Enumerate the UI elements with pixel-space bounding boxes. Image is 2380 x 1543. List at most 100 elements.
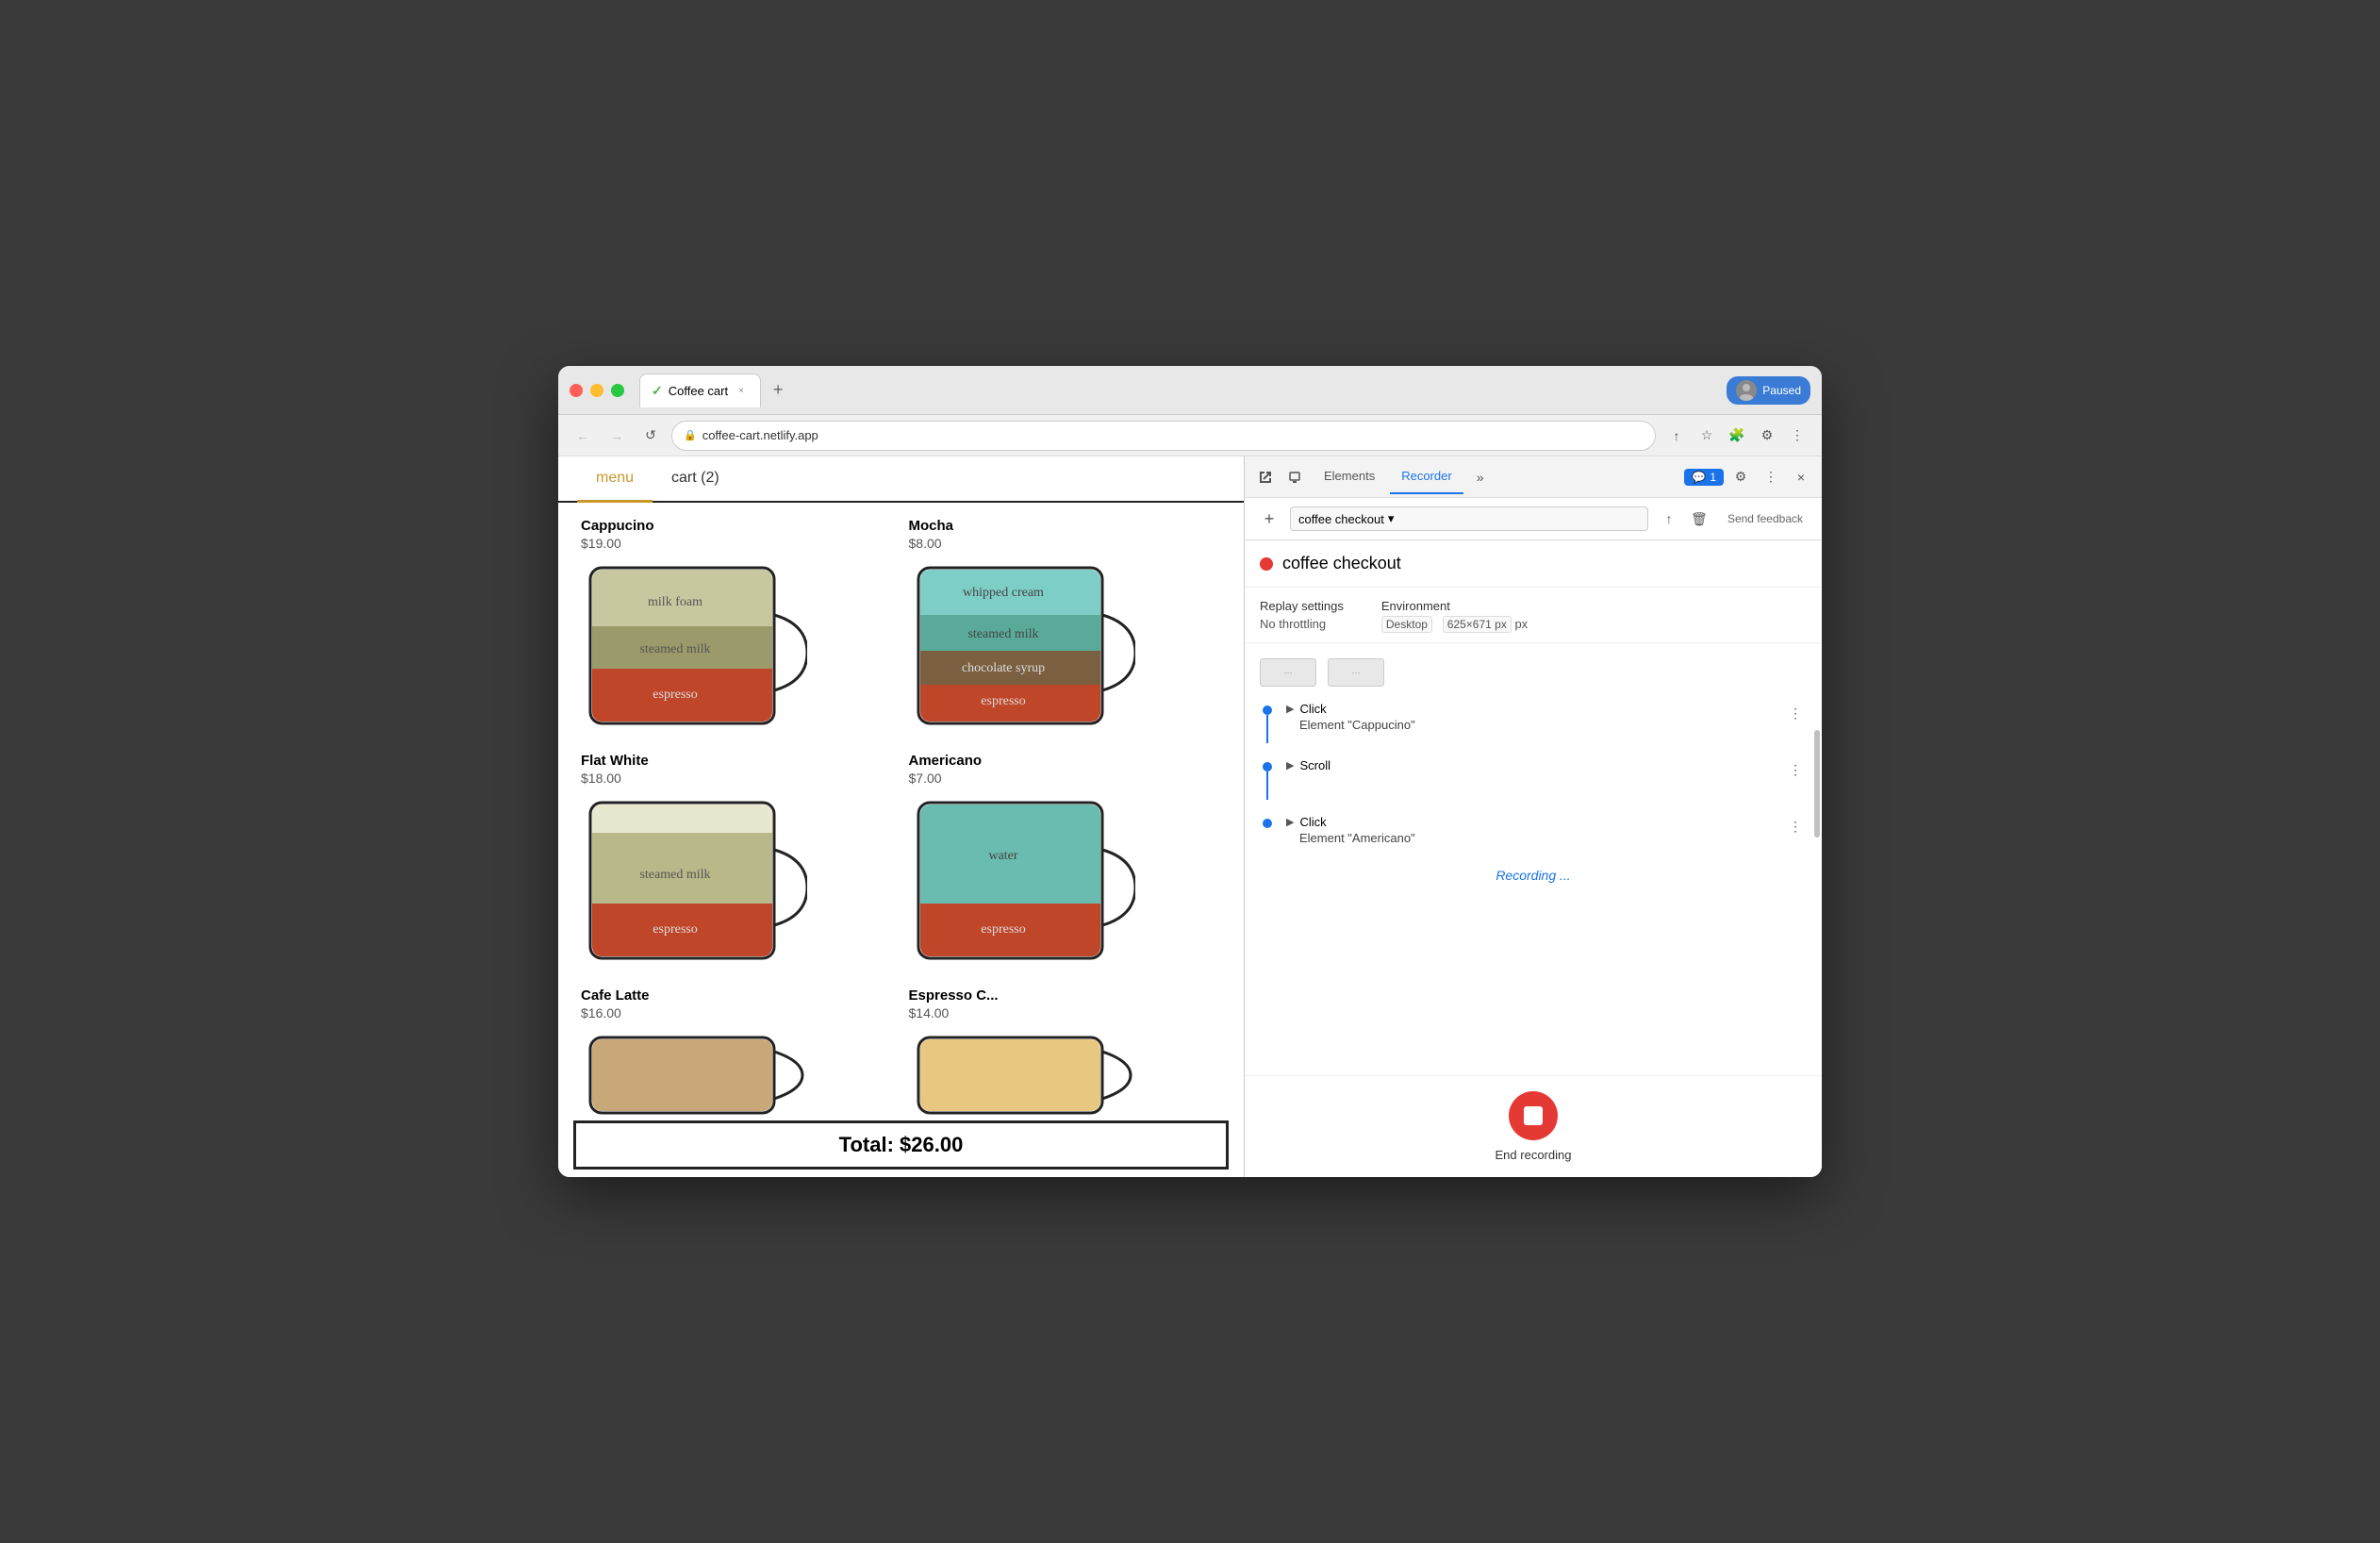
item-name: Mocha [909,518,1222,534]
expand-icon[interactable]: ▶ [1286,703,1294,715]
svg-text:espresso: espresso [981,922,1025,937]
environment-col: Environment Desktop 625×671 px px [1381,599,1528,631]
minimize-button[interactable] [590,384,603,397]
item-name: Cappucino [581,518,894,534]
step-line [1266,715,1268,743]
expand-icon[interactable]: ▶ [1286,759,1294,772]
step-more-button[interactable]: ⋮ [1784,815,1807,838]
more-tabs-icon[interactable]: » [1467,464,1494,490]
replay-settings: Replay settings No throttling Environmen… [1245,588,1822,643]
svg-text:whipped cream: whipped cream [963,586,1044,600]
step-content: ▶ Click Element "Americano" [1286,815,1773,845]
step-click-cappucino[interactable]: ▶ Click Element "Cappucino" ⋮ [1245,694,1822,751]
inspect-icon[interactable] [1252,464,1279,490]
item-price: $16.00 [581,1005,894,1020]
maximize-button[interactable] [611,384,624,397]
cafelatte-cup [581,1028,807,1120]
svg-text:espresso: espresso [653,688,697,702]
coffee-menu: Cappucino $19.00 [558,503,1244,1120]
coffee-item-cappucino[interactable]: Cappucino $19.00 [581,518,894,738]
step-type: Scroll [1299,758,1330,772]
more-menu-icon[interactable]: ⋮ [1784,423,1810,449]
step-dot [1263,762,1272,772]
step-more-button[interactable]: ⋮ [1784,702,1807,724]
step-header: ▶ Click [1286,815,1773,829]
recording-dropdown[interactable]: coffee checkout ▾ [1290,506,1648,531]
bookmark-icon[interactable]: ☆ [1694,423,1720,449]
step-dot [1263,705,1272,715]
paused-badge[interactable]: Paused [1727,376,1810,405]
step-line [1266,772,1268,800]
device-icon[interactable] [1282,464,1309,490]
step-detail: Element "Cappucino" [1286,718,1773,732]
coffee-item-mocha[interactable]: Mocha $8.00 wh [909,518,1222,738]
environment-value: Desktop 625×671 px px [1381,617,1528,631]
traffic-lights [570,384,624,397]
svg-text:water: water [988,849,1017,863]
nav-menu[interactable]: menu [577,456,653,503]
replay-settings-col: Replay settings No throttling [1260,599,1344,631]
coffee-item-americano[interactable]: Americano $7.00 water espresso [909,753,1222,972]
settings-button[interactable]: ⚙ [1727,464,1754,490]
step-thumbnail: ··· [1260,658,1316,687]
browser-tab[interactable]: ✓ Coffee cart × [639,373,761,407]
step-click-americano[interactable]: ▶ Click Element "Americano" ⋮ [1245,807,1822,853]
step-type: Click [1299,702,1326,716]
step-dot-line [1260,705,1275,743]
export-button[interactable]: ↑ [1656,506,1682,532]
svg-text:steamed milk: steamed milk [639,642,710,656]
svg-text:milk foam: milk foam [648,595,702,609]
svg-text:espresso: espresso [653,922,697,937]
end-recording-button[interactable] [1509,1091,1558,1140]
chat-badge[interactable]: 💬 1 [1684,469,1724,486]
item-price: $19.00 [581,536,894,551]
expand-icon[interactable]: ▶ [1286,816,1294,828]
coffee-item-flatwhite[interactable]: Flat White $18.00 steamed mil [581,753,894,972]
item-price: $14.00 [909,1005,1222,1020]
espressoc-cup [909,1028,1135,1120]
close-devtools-button[interactable]: × [1788,464,1814,490]
more-options-button[interactable]: ⋮ [1758,464,1784,490]
item-name: Espresso C... [909,987,1222,1004]
devtools-icon[interactable]: ⚙ [1754,423,1780,449]
back-icon: ← [576,428,589,443]
new-tab-button[interactable]: + [765,377,791,404]
send-feedback-button[interactable]: Send feedback [1720,508,1810,529]
close-button[interactable] [570,384,583,397]
main-area: menu cart (2) Cappucino $19.00 [558,456,1822,1177]
url-bar[interactable]: 🔒 coffee-cart.netlify.app [671,421,1656,451]
address-bar: ← → ↺ 🔒 coffee-cart.netlify.app ↑ ☆ 🧩 ⚙ … [558,415,1822,456]
step-header: ▶ Click [1286,702,1773,716]
delete-recording-button[interactable]: 🗑 [1686,506,1712,532]
svg-text:chocolate syrup: chocolate syrup [961,661,1044,675]
svg-text:steamed milk: steamed milk [639,868,710,882]
title-bar: ✓ Coffee cart × + Paused [558,366,1822,415]
toolbar-icons: ↑ ☆ 🧩 ⚙ ⋮ [1663,423,1810,449]
scrollbar[interactable] [1814,730,1820,838]
step-header: ▶ Scroll [1286,758,1773,772]
extensions-icon[interactable]: 🧩 [1724,423,1750,449]
step-more-button[interactable]: ⋮ [1784,758,1807,781]
coffee-item-espressoc[interactable]: Espresso C... $14.00 [909,987,1222,1120]
share-icon[interactable]: ↑ [1663,423,1690,449]
devtools-panel: Elements Recorder » 💬 1 ⚙ ⋮ × + coffee c [1245,456,1822,1177]
tab-close-button[interactable]: × [734,383,749,398]
forward-button[interactable]: → [603,423,630,449]
recording-active-dot [1260,557,1273,571]
nav-cart[interactable]: cart (2) [653,456,738,501]
paused-label: Paused [1762,384,1801,397]
lock-icon: 🔒 [684,429,697,441]
tab-elements[interactable]: Elements [1313,459,1386,494]
recording-name: coffee checkout [1282,554,1401,573]
back-button[interactable]: ← [570,423,596,449]
tab-recorder[interactable]: Recorder [1390,459,1463,494]
coffee-page: menu cart (2) Cappucino $19.00 [558,456,1245,1177]
cappucino-cup: milk foam steamed milk espresso [581,558,807,733]
step-content: ▶ Scroll [1286,758,1773,772]
item-name: Americano [909,753,1222,769]
steps-area: ··· ··· ▶ Click Element "Cappucino" [1245,643,1822,1075]
step-scroll[interactable]: ▶ Scroll ⋮ [1245,751,1822,807]
coffee-item-cafelatte[interactable]: Cafe Latte $16.00 [581,987,894,1120]
add-recording-button[interactable]: + [1256,506,1282,532]
reload-button[interactable]: ↺ [637,423,664,449]
